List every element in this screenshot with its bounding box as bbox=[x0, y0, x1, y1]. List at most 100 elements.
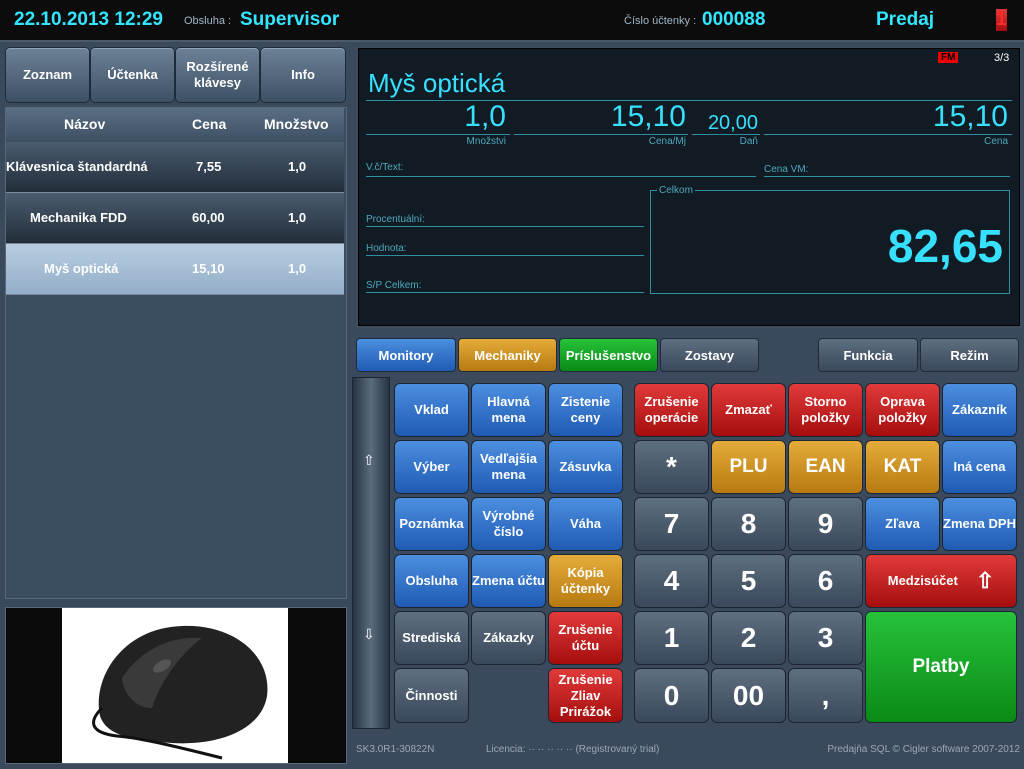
item-name: Klávesnica štandardná bbox=[6, 159, 148, 174]
tax-value: 20,00 bbox=[707, 112, 758, 134]
subtotal-button[interactable]: Medzisúčet ⇧ bbox=[865, 554, 1017, 608]
digit-9[interactable]: 9 bbox=[788, 497, 863, 551]
main-currency-button[interactable]: Hlavná mena bbox=[471, 383, 546, 437]
category-button[interactable]: KAT bbox=[865, 440, 940, 494]
discount-button[interactable]: Zľava bbox=[865, 497, 940, 551]
correct-item-button[interactable]: Oprava položky bbox=[865, 383, 940, 437]
tab-function[interactable]: Funkcia bbox=[818, 338, 918, 372]
digit-00[interactable]: 00 bbox=[711, 668, 786, 723]
deposit-button[interactable]: Vklad bbox=[394, 383, 469, 437]
top-bar: 22.10.2013 12:29 Obsluha : Supervisor Čí… bbox=[0, 0, 1024, 42]
header-price: Cena bbox=[192, 116, 227, 132]
secondary-currency-button[interactable]: Vedľajšia mena bbox=[471, 440, 546, 494]
tax-label: Daň bbox=[739, 136, 758, 147]
unit-price-value: 15,10 bbox=[610, 100, 686, 133]
fm-badge: FM bbox=[938, 52, 959, 63]
digit-2[interactable]: 2 bbox=[711, 611, 786, 665]
percent-label: Procentuální: bbox=[366, 214, 425, 225]
category-assemblies[interactable]: Zostavy bbox=[660, 338, 759, 372]
drawer-button[interactable]: Zásuvka bbox=[548, 440, 623, 494]
receipt-label: Číslo účtenky : bbox=[624, 15, 697, 27]
plu-button[interactable]: PLU bbox=[711, 440, 786, 494]
category-monitors[interactable]: Monitory bbox=[356, 338, 456, 372]
operator-button[interactable]: Obsluha bbox=[394, 554, 469, 608]
version-text: SK3.0R1-30822N bbox=[356, 744, 435, 755]
function-scrollbar[interactable]: ⇧ ⇩ bbox=[352, 377, 390, 729]
mouse-image bbox=[92, 625, 268, 760]
change-vat-button[interactable]: Zmena DPH bbox=[942, 497, 1017, 551]
category-accessories[interactable]: Príslušenstvo bbox=[559, 338, 658, 372]
extended-keys-button[interactable]: Rozšírené klávesy bbox=[175, 47, 260, 103]
list-item[interactable]: Mechanika FDD 60,00 1,0 bbox=[6, 193, 344, 244]
sp-total-label: S/P Celkem: bbox=[366, 280, 422, 291]
item-price: 15,10 bbox=[192, 261, 225, 276]
digit-0[interactable]: 0 bbox=[634, 668, 709, 723]
payments-button[interactable]: Platby bbox=[865, 611, 1017, 723]
void-item-button[interactable]: Storno položky bbox=[788, 383, 863, 437]
operator-label: Obsluha : bbox=[184, 15, 232, 27]
total-box: Celkom 82,65 bbox=[650, 185, 1010, 294]
counter: 1 bbox=[996, 9, 1007, 31]
ean-button[interactable]: EAN bbox=[788, 440, 863, 494]
item-price: 7,55 bbox=[196, 159, 222, 174]
other-price-button[interactable]: Iná cena bbox=[942, 440, 1017, 494]
scale-button[interactable]: Váha bbox=[548, 497, 623, 551]
list-item-selected[interactable]: Myš optická 15,10 1,0 bbox=[6, 244, 344, 295]
digit-1[interactable]: 1 bbox=[634, 611, 709, 665]
customer-button[interactable]: Zákazník bbox=[942, 383, 1017, 437]
tab-mode[interactable]: Režim bbox=[920, 338, 1019, 372]
subtotal-label: Medzisúčet bbox=[887, 573, 958, 588]
activities-button[interactable]: Činnosti bbox=[394, 668, 469, 723]
decimal-comma-key[interactable]: , bbox=[788, 668, 863, 723]
cancel-account-button[interactable]: Zrušenie účtu bbox=[548, 611, 623, 665]
list-button[interactable]: Zoznam bbox=[5, 47, 90, 103]
cancel-operation-button[interactable]: Zrušenie operácie bbox=[634, 383, 709, 437]
cancel-discounts-button[interactable]: Zrušenie Zliav Prirážok bbox=[548, 668, 623, 723]
orders-button[interactable]: Zákazky bbox=[471, 611, 546, 665]
digit-4[interactable]: 4 bbox=[634, 554, 709, 608]
price-value: 15,10 bbox=[932, 100, 1008, 133]
serial-text-label: V.č/Text: bbox=[366, 162, 404, 173]
note-button[interactable]: Poznámka bbox=[394, 497, 469, 551]
price-check-button[interactable]: Zistenie ceny bbox=[548, 383, 623, 437]
header-qty: Množstvo bbox=[264, 116, 329, 132]
shift-up-icon: ⇧ bbox=[975, 568, 995, 593]
price-label: Cena bbox=[984, 136, 1008, 147]
item-qty: 1,0 bbox=[288, 210, 307, 225]
receipt-button[interactable]: Účtenka bbox=[90, 47, 175, 103]
license-text: Licencia: ·· ·· ·· ·· ·· (Registrovaný t… bbox=[486, 744, 660, 755]
centers-button[interactable]: Strediská bbox=[394, 611, 469, 665]
operator-name: Supervisor bbox=[240, 9, 340, 30]
copyright-text: Predajňa SQL © Cigler software 2007-2012 bbox=[827, 744, 1020, 755]
change-account-button[interactable]: Zmena účtu bbox=[471, 554, 546, 608]
digit-3[interactable]: 3 bbox=[788, 611, 863, 665]
item-display: FM 3/3 Myš optická 1,0 Množstvi 15,10 Ce… bbox=[356, 46, 1022, 328]
total-label: Celkom bbox=[657, 185, 695, 196]
receipt-copy-button[interactable]: Kópia účtenky bbox=[548, 554, 623, 608]
list-header: Názov Cena Množstvo bbox=[6, 108, 344, 140]
multiply-key[interactable]: * bbox=[634, 440, 709, 494]
digit-5[interactable]: 5 bbox=[711, 554, 786, 608]
total-value: 82,65 bbox=[887, 220, 1003, 272]
scroll-up-icon[interactable]: ⇧ bbox=[363, 452, 375, 469]
unit-price-label: Cena/Mj bbox=[648, 136, 686, 147]
digit-6[interactable]: 6 bbox=[788, 554, 863, 608]
digit-7[interactable]: 7 bbox=[634, 497, 709, 551]
digit-8[interactable]: 8 bbox=[711, 497, 786, 551]
item-name: Mechanika FDD bbox=[30, 210, 127, 225]
list-item[interactable]: Klávesnica štandardná 7,55 1,0 bbox=[6, 142, 344, 193]
info-button[interactable]: Info bbox=[260, 47, 346, 103]
withdrawal-button[interactable]: Výber bbox=[394, 440, 469, 494]
scroll-down-icon[interactable]: ⇩ bbox=[363, 626, 375, 643]
item-name: Myš optická bbox=[44, 261, 119, 276]
category-drives[interactable]: Mechaniky bbox=[458, 338, 557, 372]
item-qty: 1,0 bbox=[288, 159, 307, 174]
item-qty: 1,0 bbox=[288, 261, 307, 276]
serial-number-button[interactable]: Výrobné číslo bbox=[471, 497, 546, 551]
header-name: Názov bbox=[64, 116, 106, 132]
page-indicator: 3/3 bbox=[994, 52, 1010, 64]
delete-button[interactable]: Zmazať bbox=[711, 383, 786, 437]
qty-value: 1,0 bbox=[464, 100, 506, 133]
item-list: Názov Cena Množstvo Klávesnica štandardn… bbox=[5, 107, 347, 599]
qty-label: Množstvi bbox=[466, 136, 506, 147]
